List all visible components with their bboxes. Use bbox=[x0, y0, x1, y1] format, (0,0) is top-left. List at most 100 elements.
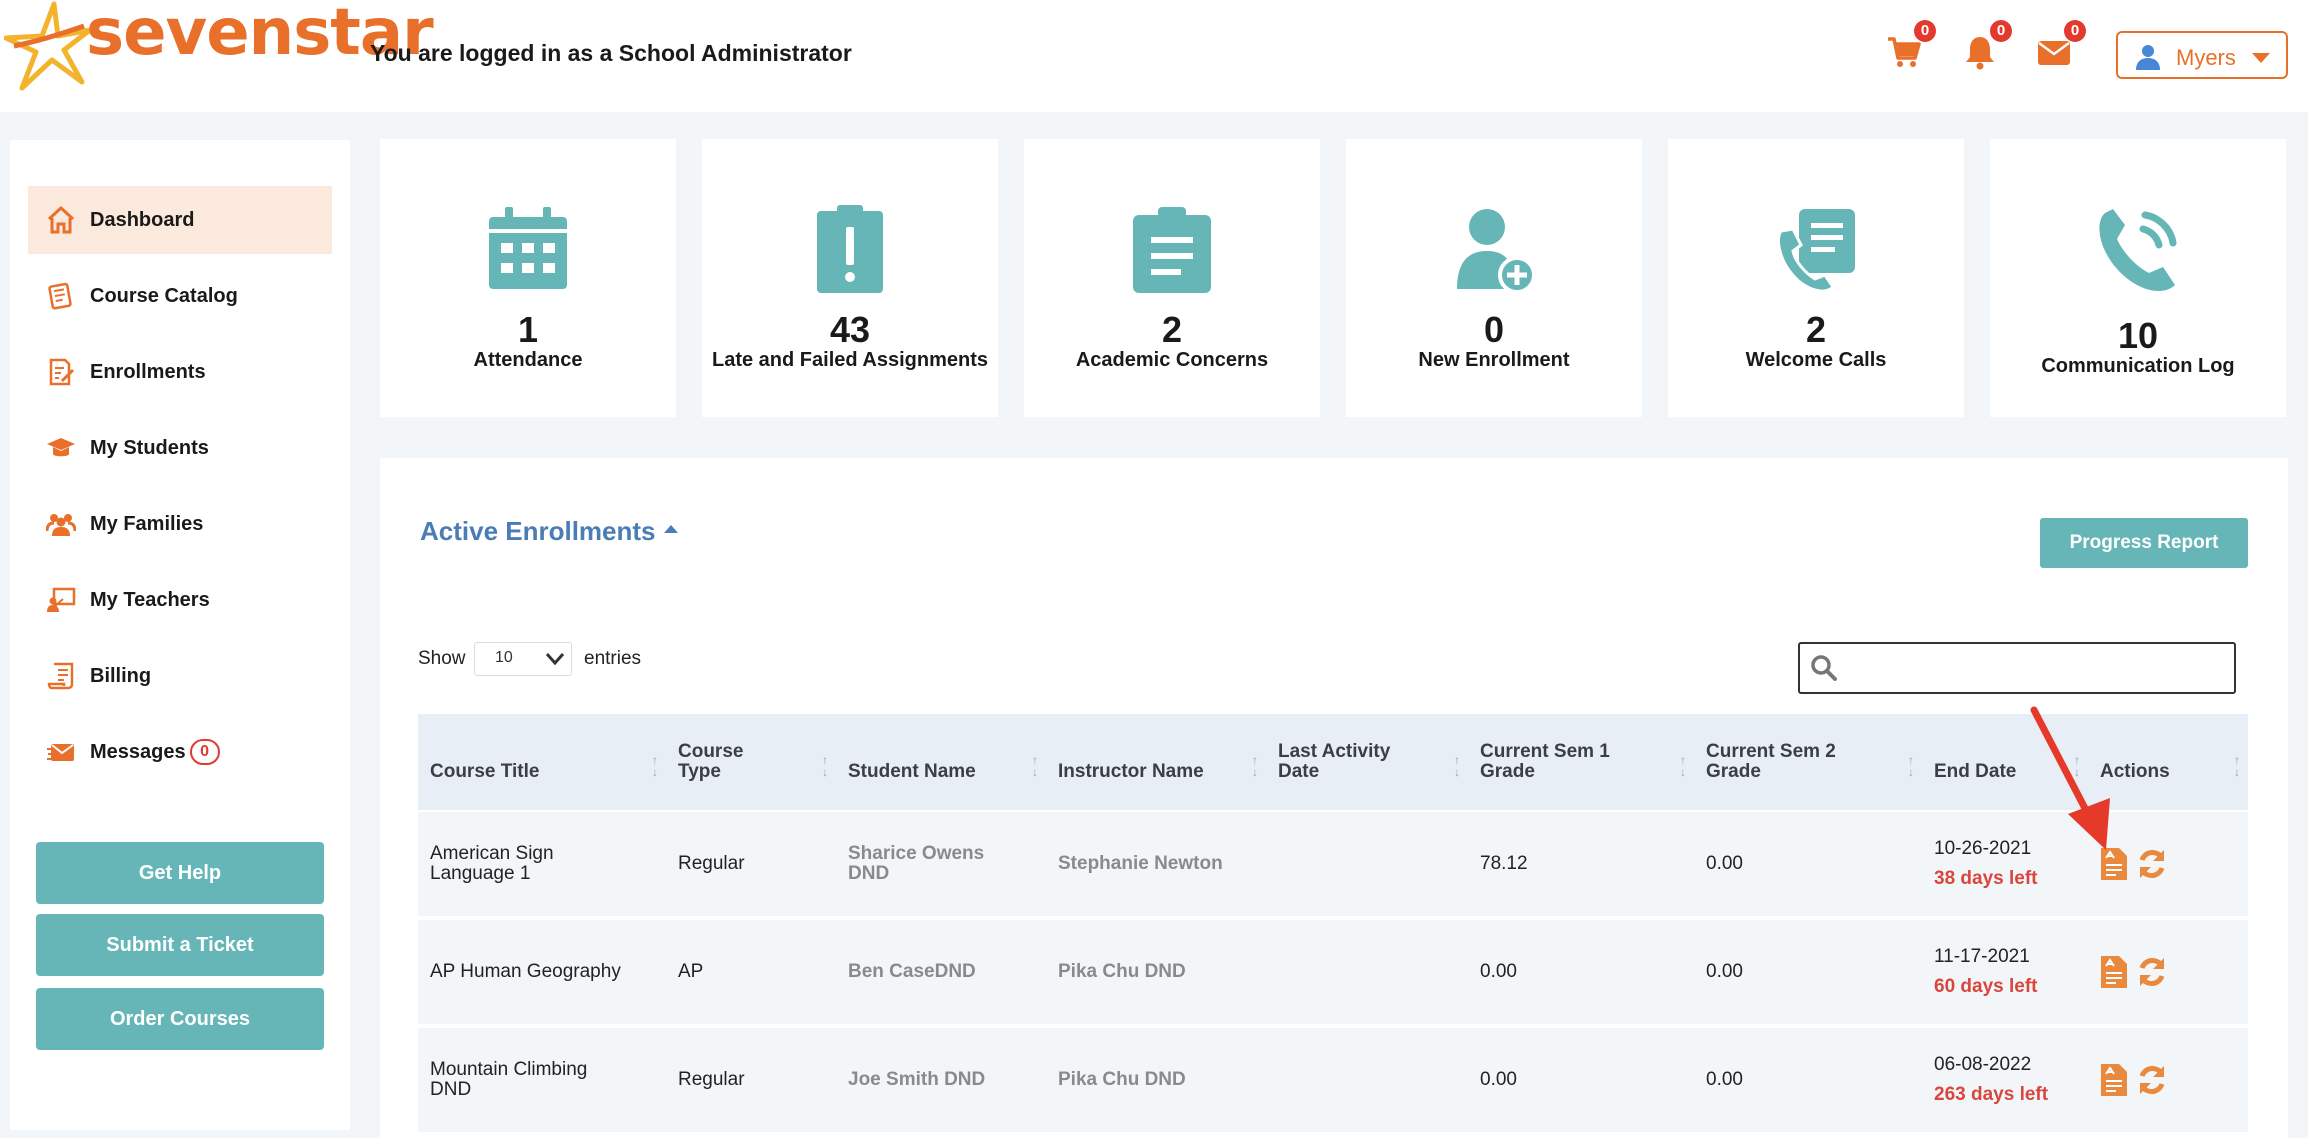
cell-course-type: Regular bbox=[678, 853, 745, 874]
card-value: 2 bbox=[1161, 309, 1183, 350]
book-icon bbox=[48, 282, 72, 310]
card-value: 1 bbox=[517, 309, 539, 350]
user-name: Myers bbox=[2176, 45, 2236, 70]
column-course-type[interactable]: Course Type ↑ ↓ bbox=[666, 714, 836, 810]
sidebar-item-dashboard[interactable]: Dashboard bbox=[28, 186, 332, 254]
entries-select[interactable]: 10 bbox=[474, 642, 572, 676]
sidebar-item-my-teachers[interactable]: My Teachers bbox=[28, 566, 332, 634]
sevenstar-logo[interactable]: sevenstar bbox=[4, 0, 434, 92]
search-input[interactable] bbox=[1846, 650, 2230, 688]
sidebar-item-messages[interactable]: Messages 0 bbox=[28, 718, 332, 786]
column-sem1-grade[interactable]: Current Sem 1 Grade ↑ ↓ bbox=[1468, 714, 1694, 810]
clipboard-list-icon bbox=[1133, 207, 1211, 293]
bell-icon bbox=[1966, 37, 1994, 70]
sidebar-item-course-catalog[interactable]: Course Catalog bbox=[28, 262, 332, 330]
sidebar-item-my-families[interactable]: My Families bbox=[28, 490, 332, 558]
cell-student-name[interactable]: Sharice Owens DND bbox=[836, 812, 1046, 916]
entries-value: 10 bbox=[495, 649, 513, 666]
cell-sem2-grade: 0.00 bbox=[1706, 1069, 1743, 1090]
notification-count-badge: 0 bbox=[1990, 20, 2012, 42]
attendance-card[interactable]: 1 Attendance bbox=[380, 139, 676, 417]
column-label: Instructor Name bbox=[1058, 761, 1204, 782]
days-left: 263 days left bbox=[1934, 1084, 2049, 1105]
section-title: Active Enrollments bbox=[420, 516, 656, 546]
cell-student-name[interactable]: Ben CaseDND bbox=[836, 920, 1046, 1024]
user-menu-button[interactable]: Myers bbox=[2116, 31, 2288, 79]
column-label: Current Sem 1 Grade bbox=[1480, 741, 1610, 782]
card-label: Communication Log bbox=[2041, 355, 2235, 377]
sort-icon: ↑ ↓ bbox=[1454, 753, 1460, 779]
cell-student-name[interactable]: Joe Smith DND bbox=[836, 1028, 1046, 1132]
cart-button[interactable]: 0 bbox=[1886, 20, 1936, 74]
order-courses-button[interactable]: Order Courses bbox=[36, 988, 324, 1050]
late-failed-assignments-card[interactable]: 43 Late and Failed Assignments bbox=[702, 139, 998, 417]
sidebar-item-label: My Families bbox=[90, 512, 204, 535]
sort-icon: ↑ ↓ bbox=[822, 753, 828, 779]
sidebar-item-label: Course Catalog bbox=[90, 284, 238, 307]
communication-log-card[interactable]: 10 Communication Log bbox=[1990, 139, 2286, 417]
card-label: Late and Failed Assignments bbox=[712, 349, 988, 371]
search-icon bbox=[1811, 655, 1837, 681]
cell-last-activity bbox=[1266, 1028, 1468, 1132]
sidebar-item-my-students[interactable]: My Students bbox=[28, 414, 332, 482]
notifications-button[interactable]: 0 bbox=[1962, 20, 2012, 74]
column-course-title[interactable]: Course Title ↑ ↓ bbox=[418, 714, 666, 810]
report-card-icon[interactable] bbox=[2098, 1062, 2130, 1098]
refresh-icon[interactable] bbox=[2136, 1062, 2168, 1098]
column-student-name[interactable]: Student Name ↑ ↓ bbox=[836, 714, 1046, 810]
messages-button[interactable]: 0 bbox=[2036, 20, 2086, 74]
chevron-down-icon bbox=[545, 653, 565, 666]
sidebar: Dashboard Course Catalog Enrollments My … bbox=[10, 140, 350, 1130]
calendar-icon bbox=[489, 207, 567, 289]
column-label: Course Type bbox=[678, 741, 744, 782]
column-label: End Date bbox=[1934, 761, 2017, 782]
sidebar-item-label: My Students bbox=[90, 436, 209, 459]
sidebar-item-billing[interactable]: Billing bbox=[28, 642, 332, 710]
clipboard-alert-icon bbox=[817, 205, 883, 293]
active-enrollments-toggle[interactable]: Active Enrollments bbox=[420, 516, 678, 547]
top-header: sevenstar You are logged in as a School … bbox=[0, 0, 2308, 112]
report-card-icon[interactable] bbox=[2098, 954, 2130, 990]
table-row: AP Human Geography AP Ben CaseDND Pika C… bbox=[418, 920, 2248, 1026]
phone-list-icon bbox=[1777, 209, 1855, 293]
cell-sem1-grade: 0.00 bbox=[1480, 1069, 1517, 1090]
academic-concerns-card[interactable]: 2 Academic Concerns bbox=[1024, 139, 1320, 417]
cart-count-badge: 0 bbox=[1914, 20, 1936, 42]
get-help-button[interactable]: Get Help bbox=[36, 842, 324, 904]
annotation-arrow-icon bbox=[2030, 706, 2110, 850]
sidebar-item-enrollments[interactable]: Enrollments bbox=[28, 338, 332, 406]
refresh-icon[interactable] bbox=[2136, 954, 2168, 990]
column-sem2-grade[interactable]: Current Sem 2 Grade ↑ ↓ bbox=[1694, 714, 1922, 810]
sort-icon: ↑ ↓ bbox=[2234, 753, 2240, 779]
cell-end-date: 11-17-2021 60 days left bbox=[1934, 946, 2038, 997]
welcome-calls-card[interactable]: 2 Welcome Calls bbox=[1668, 139, 1964, 417]
cell-sem2-grade: 0.00 bbox=[1706, 961, 1743, 982]
table-search[interactable] bbox=[1798, 642, 2236, 694]
cell-instructor-name[interactable]: Pika Chu DND bbox=[1046, 1028, 1266, 1132]
cell-course-title: AP Human Geography bbox=[430, 961, 621, 982]
cell-instructor-name[interactable]: Stephanie Newton bbox=[1046, 812, 1266, 916]
cell-instructor-name[interactable]: Pika Chu DND bbox=[1046, 920, 1266, 1024]
sidebar-item-label: Messages bbox=[90, 740, 186, 763]
cell-course-title: American Sign Language 1 bbox=[430, 843, 554, 884]
card-value: 0 bbox=[1483, 309, 1505, 350]
messages-count-badge: 0 bbox=[189, 739, 220, 765]
teacher-icon bbox=[47, 587, 76, 612]
card-value: 2 bbox=[1805, 309, 1827, 350]
card-label: Academic Concerns bbox=[1075, 349, 1269, 371]
column-label: Current Sem 2 Grade bbox=[1706, 741, 1836, 782]
new-enrollment-card[interactable]: 0 New Enrollment bbox=[1346, 139, 1642, 417]
submit-ticket-button[interactable]: Submit a Ticket bbox=[36, 914, 324, 976]
cell-end-date: 06-08-2022 263 days left bbox=[1934, 1054, 2049, 1105]
column-instructor-name[interactable]: Instructor Name ↑ ↓ bbox=[1046, 714, 1266, 810]
card-value: 43 bbox=[829, 309, 871, 350]
caret-up-icon bbox=[663, 525, 678, 534]
column-last-activity-date[interactable]: Last Activity Date ↑ ↓ bbox=[1266, 714, 1468, 810]
cell-sem2-grade: 0.00 bbox=[1706, 853, 1743, 874]
sidebar-item-label: Enrollments bbox=[90, 360, 206, 383]
edit-document-icon bbox=[49, 358, 75, 386]
chevron-down-icon bbox=[2252, 53, 2270, 63]
progress-report-button[interactable]: Progress Report bbox=[2040, 518, 2248, 568]
column-label: Course Title bbox=[430, 761, 540, 782]
refresh-icon[interactable] bbox=[2136, 846, 2168, 882]
